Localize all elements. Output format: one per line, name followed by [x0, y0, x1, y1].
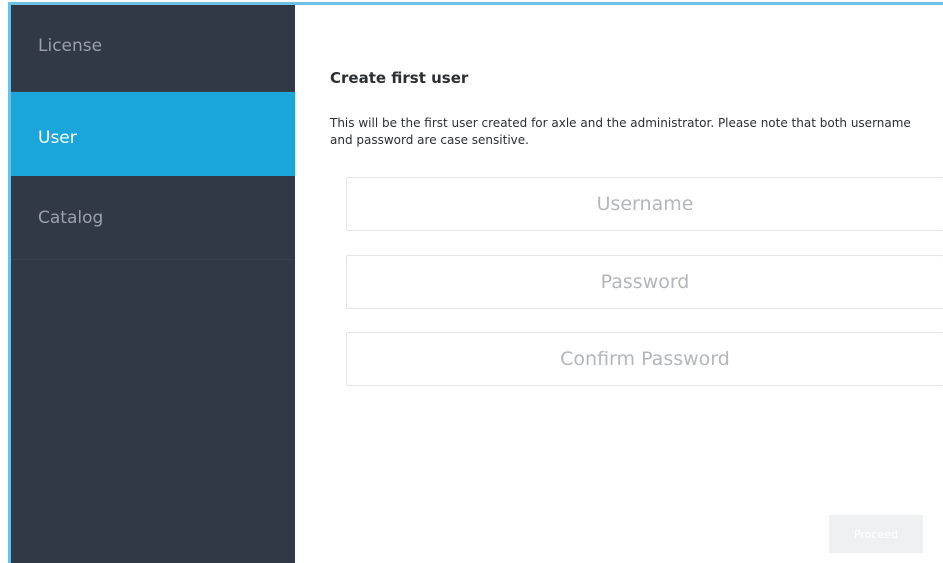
sidebar-item-catalog[interactable]: Catalog — [11, 176, 295, 260]
password-input[interactable] — [346, 255, 943, 309]
sidebar-item-license[interactable]: License — [11, 5, 295, 92]
proceed-button[interactable]: Proceed — [829, 515, 923, 553]
page-description: This will be the first user created for … — [330, 116, 911, 147]
page-title: Create first user — [330, 69, 469, 87]
sidebar-item-user[interactable]: User — [11, 92, 295, 176]
setup-window: License User Catalog Create first user T… — [8, 2, 943, 563]
setup-steps-sidebar: License User Catalog — [11, 5, 295, 563]
sidebar-item-label: Catalog — [38, 208, 104, 228]
create-user-panel: Create first user This will be the first… — [295, 5, 943, 563]
sidebar-item-label: User — [38, 128, 77, 148]
confirm-password-input[interactable] — [346, 332, 943, 386]
sidebar-item-label: License — [38, 36, 103, 56]
username-input[interactable] — [346, 177, 943, 231]
